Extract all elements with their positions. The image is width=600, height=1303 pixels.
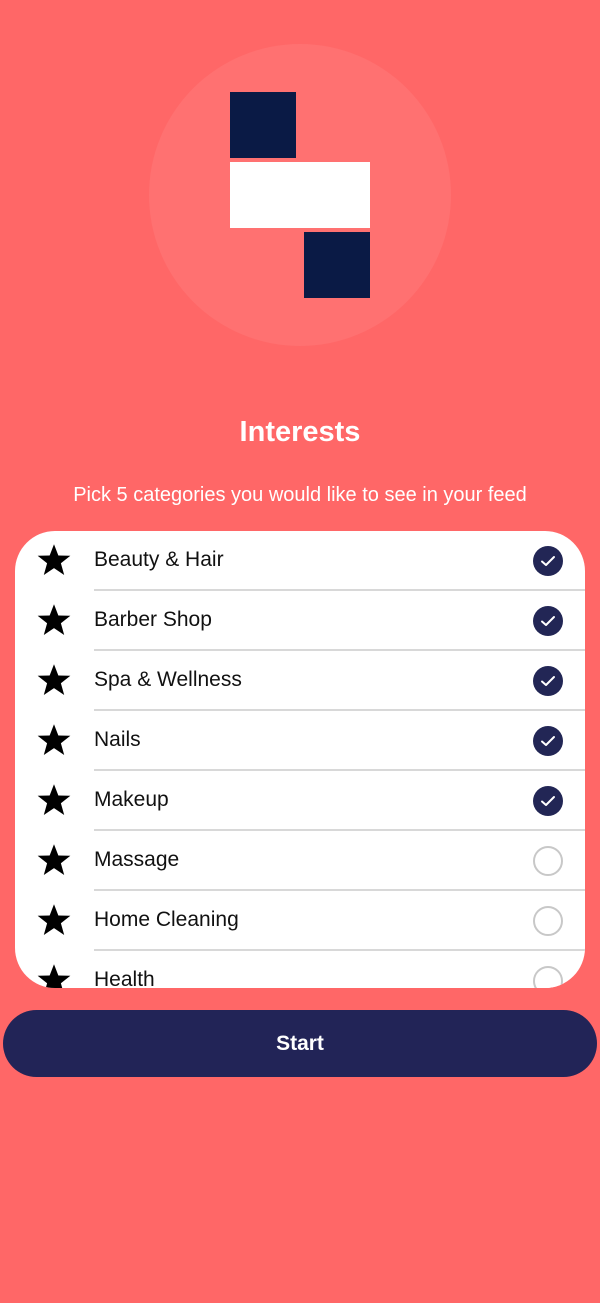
checkmark-icon <box>541 556 555 566</box>
logo-block-bottom <box>304 232 370 298</box>
checkmark-icon <box>541 616 555 626</box>
star-icon <box>37 724 71 755</box>
category-list[interactable]: Beauty & Hair Barber Shop Spa & Wellness… <box>15 531 585 988</box>
page-subtitle: Pick 5 categories you would like to see … <box>73 484 527 506</box>
category-item[interactable]: Home Cleaning <box>15 891 585 951</box>
logo-block-top <box>230 92 296 158</box>
checkmark-icon <box>541 736 555 746</box>
category-checkbox[interactable] <box>533 786 563 816</box>
star-icon <box>37 964 71 988</box>
category-label: Makeup <box>94 788 169 811</box>
category-item[interactable]: Makeup <box>15 771 585 831</box>
category-checkbox[interactable] <box>533 846 563 876</box>
category-checkbox[interactable] <box>533 966 563 988</box>
star-icon <box>37 904 71 935</box>
category-label: Nails <box>94 728 141 751</box>
category-checkbox[interactable] <box>533 666 563 696</box>
category-label: Health <box>94 968 155 988</box>
star-icon <box>37 664 71 695</box>
category-label: Home Cleaning <box>94 908 239 931</box>
star-icon <box>37 604 71 635</box>
category-checkbox[interactable] <box>533 546 563 576</box>
category-item[interactable]: Massage <box>15 831 585 891</box>
checkmark-icon <box>541 676 555 686</box>
category-label: Massage <box>94 848 180 871</box>
category-item[interactable]: Barber Shop <box>15 591 585 651</box>
checkmark-icon <box>541 796 555 806</box>
category-label: Beauty & Hair <box>94 548 224 571</box>
category-label: Barber Shop <box>94 608 212 631</box>
category-item[interactable]: Nails <box>15 711 585 771</box>
start-button[interactable]: Start <box>3 1010 597 1077</box>
star-icon <box>37 544 71 575</box>
category-item[interactable]: Spa & Wellness <box>15 651 585 711</box>
logo-block-middle <box>230 162 370 228</box>
category-item[interactable]: Beauty & Hair <box>15 531 585 591</box>
star-icon <box>37 844 71 875</box>
category-checkbox[interactable] <box>533 726 563 756</box>
category-item[interactable]: Health <box>15 951 585 988</box>
star-icon <box>37 784 71 815</box>
category-label: Spa & Wellness <box>94 668 242 691</box>
category-checkbox[interactable] <box>533 606 563 636</box>
page-title: Interests <box>239 416 361 448</box>
category-checkbox[interactable] <box>533 906 563 936</box>
